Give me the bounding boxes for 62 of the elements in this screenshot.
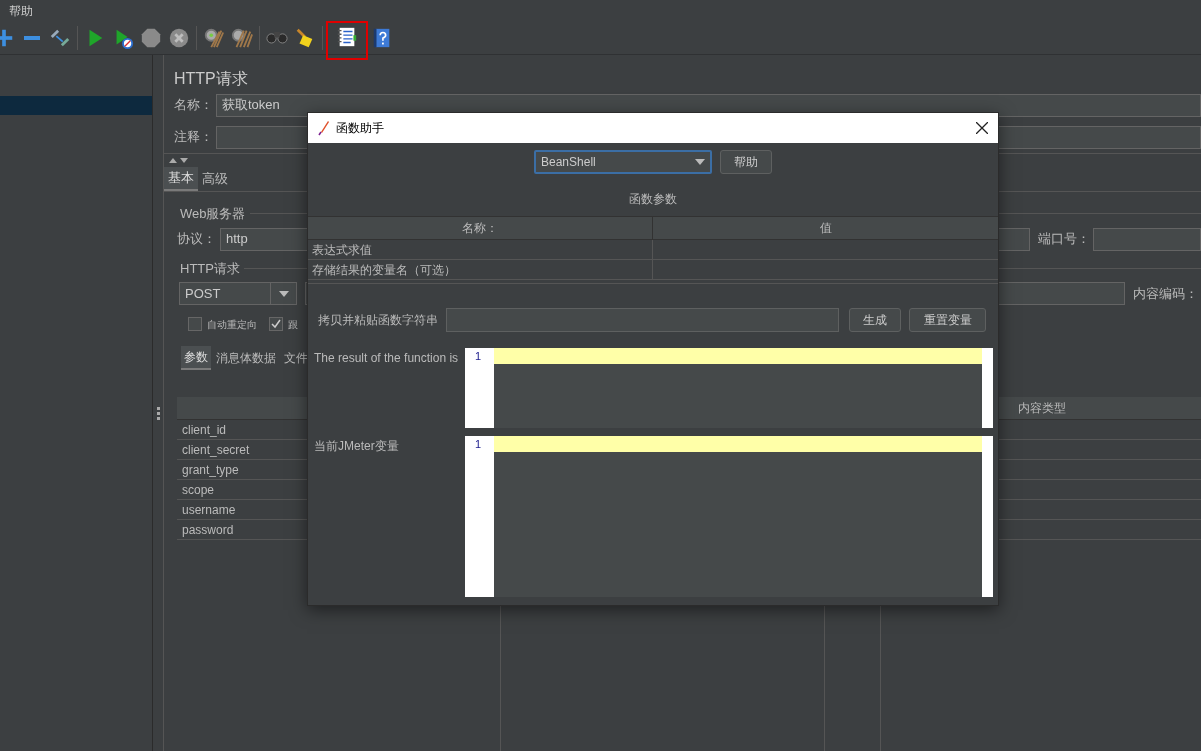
table-cell-text: client_secret: [182, 441, 250, 459]
table-cell: 存储结果的变量名（可选）: [308, 260, 653, 279]
code-editor[interactable]: 1: [465, 348, 993, 428]
field-label: 名称：: [174, 96, 214, 115]
group-label: HTTP请求: [180, 259, 240, 278]
binoculars-icon: [266, 31, 288, 44]
field-label: 当前JMeter变量: [313, 438, 400, 455]
collapse-arrows-icon[interactable]: [169, 156, 189, 163]
dropdown-value: POST: [184, 284, 222, 303]
tab[interactable]: 基本: [164, 167, 198, 191]
tab[interactable]: 高级: [198, 167, 232, 191]
dropdown-value: BeanShell: [541, 154, 597, 171]
menu-item[interactable]: 帮助: [9, 1, 33, 20]
column-header: 值: [818, 220, 833, 237]
checkbox-label: 自动重定向: [207, 317, 257, 332]
close-button[interactable]: [974, 120, 990, 136]
table-cell-text: grant_type: [182, 461, 239, 479]
caret-icon: [695, 159, 705, 165]
function-dropdown[interactable]: BeanShell: [534, 150, 712, 174]
checkbox[interactable]: [269, 317, 283, 331]
close-icon: [168, 26, 190, 49]
tab[interactable]: 参数: [181, 346, 211, 370]
notebook-icon: [336, 25, 358, 48]
group-label: Web服务器: [180, 205, 246, 223]
stop-icon: [140, 26, 162, 49]
table-cell-text: client_id: [182, 421, 227, 439]
tab[interactable]: 消息体数据: [213, 346, 279, 370]
table-cell-text: username: [182, 501, 236, 519]
toolbar-button[interactable]: [326, 20, 368, 60]
minus-icon: [23, 34, 41, 41]
column-header: 内容类型: [1018, 400, 1066, 417]
action-button[interactable]: 生成: [849, 308, 901, 332]
method-dropdown[interactable]: POST: [179, 282, 297, 305]
section-title: 函数参数: [628, 191, 678, 208]
field-label: The result of the function is: [313, 350, 460, 367]
table-cell: 表达式求值: [308, 240, 653, 259]
field-label: 内容编码：: [1133, 284, 1198, 303]
caret-icon: [278, 290, 289, 297]
broom-icon: [231, 26, 253, 49]
column-header: 名称：: [308, 217, 653, 239]
splitter-handle[interactable]: [156, 407, 160, 421]
code-editor[interactable]: 1: [465, 436, 993, 597]
field-label: 拷贝并粘贴函数字符串: [318, 312, 439, 329]
checkbox-label: 跟: [288, 317, 298, 332]
close-icon: [976, 122, 988, 134]
line-number: 1: [474, 437, 483, 452]
table-cell-text: password: [182, 521, 234, 539]
dialog-title: 函数助手: [336, 120, 385, 137]
input-field[interactable]: [1093, 227, 1201, 251]
help-button[interactable]: 帮助: [720, 150, 772, 174]
panel-title: HTTP请求: [173, 69, 249, 87]
broom-icon: [203, 26, 225, 49]
feather-icon: [318, 120, 330, 136]
checkbox[interactable]: [188, 317, 202, 331]
input-field[interactable]: [446, 308, 839, 332]
tab[interactable]: 文件: [281, 346, 311, 370]
field-label: 端口号：: [1038, 230, 1091, 249]
action-button[interactable]: 重置变量: [909, 308, 986, 332]
field-label: 注释：: [174, 128, 214, 147]
line-number: 1: [474, 349, 483, 364]
field-label: 协议：: [177, 230, 217, 249]
table-cell-text: scope: [182, 481, 215, 499]
